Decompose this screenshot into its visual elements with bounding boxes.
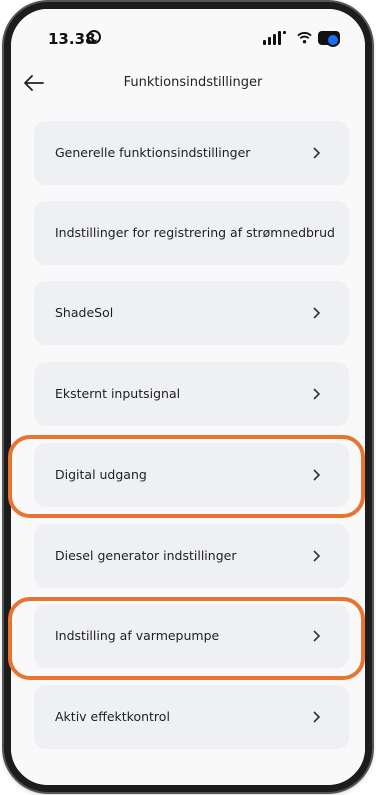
chevron-right-icon [313, 147, 321, 159]
menu-item-label: Diesel generator indstillinger [55, 548, 237, 563]
signal-icon [263, 30, 287, 46]
menu-item-diesel-generator-settings[interactable]: Diesel generator indstillinger [34, 524, 349, 588]
focus-mode-icon [326, 33, 340, 47]
menu-item-label: Aktiv effektkontrol [55, 709, 170, 724]
battery-icon [318, 31, 340, 47]
status-icons [263, 30, 343, 47]
status-bar: 13.38 [11, 9, 365, 57]
menu-item-power-outage-registration[interactable]: Indstillinger for registrering af strømn… [34, 201, 349, 265]
wifi-icon [297, 32, 312, 44]
chevron-right-icon [313, 469, 321, 481]
menu-item-shadesol[interactable]: ShadeSol [34, 281, 349, 345]
menu-item-label: Generelle funktionsindstillinger [55, 145, 251, 160]
menu-item-external-input-signal[interactable]: Eksternt inputsignal [34, 362, 349, 426]
chevron-right-icon [313, 388, 321, 400]
menu-item-label: Digital udgang [55, 467, 147, 482]
menu-item-label: Indstillinger for registrering af strømn… [55, 225, 335, 240]
menu-item-label: Indstilling af varmepumpe [55, 628, 220, 643]
chevron-right-icon [313, 307, 321, 319]
menu-item-label: ShadeSol [55, 305, 114, 320]
chevron-right-icon [313, 630, 321, 642]
menu-item-digital-output[interactable]: Digital udgang [34, 443, 349, 507]
menu-item-label: Eksternt inputsignal [55, 386, 181, 401]
page-title: Funktionsindstillinger [123, 75, 263, 90]
chevron-right-icon [313, 550, 321, 562]
smiley-face-icon [87, 30, 101, 44]
screen: 13.38 Funktionsindstillinger Generelle f… [11, 9, 365, 785]
menu-item-heat-pump-settings[interactable]: Indstilling af varmepumpe [34, 604, 349, 668]
menu-item-general-settings[interactable]: Generelle funktionsindstillinger [34, 121, 349, 185]
menu-item-active-power-control[interactable]: Aktiv effektkontrol [34, 685, 349, 749]
chevron-right-icon [313, 711, 321, 723]
app-header: Funktionsindstillinger [11, 61, 365, 105]
